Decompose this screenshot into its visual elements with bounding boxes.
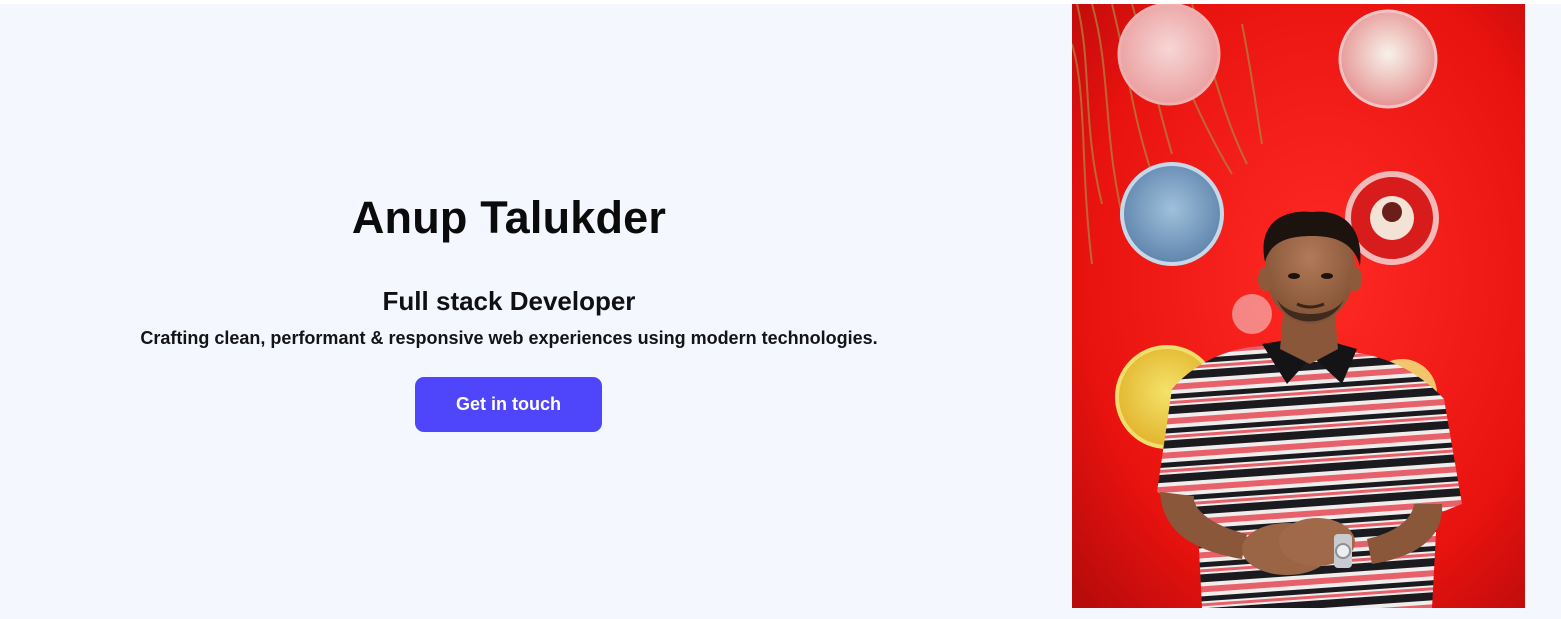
hero-intro: Anup Talukder Full stack Developer Craft… bbox=[0, 4, 1018, 619]
get-in-touch-button[interactable]: Get in touch bbox=[415, 377, 602, 432]
hero-role: Full stack Developer bbox=[382, 286, 636, 316]
profile-photo bbox=[1072, 4, 1525, 608]
hero-tagline: Crafting clean, performant & responsive … bbox=[140, 328, 878, 348]
hero-name: Anup Talukder bbox=[351, 192, 667, 243]
hero-section: Anup Talukder Full stack Developer Craft… bbox=[0, 0, 1561, 619]
